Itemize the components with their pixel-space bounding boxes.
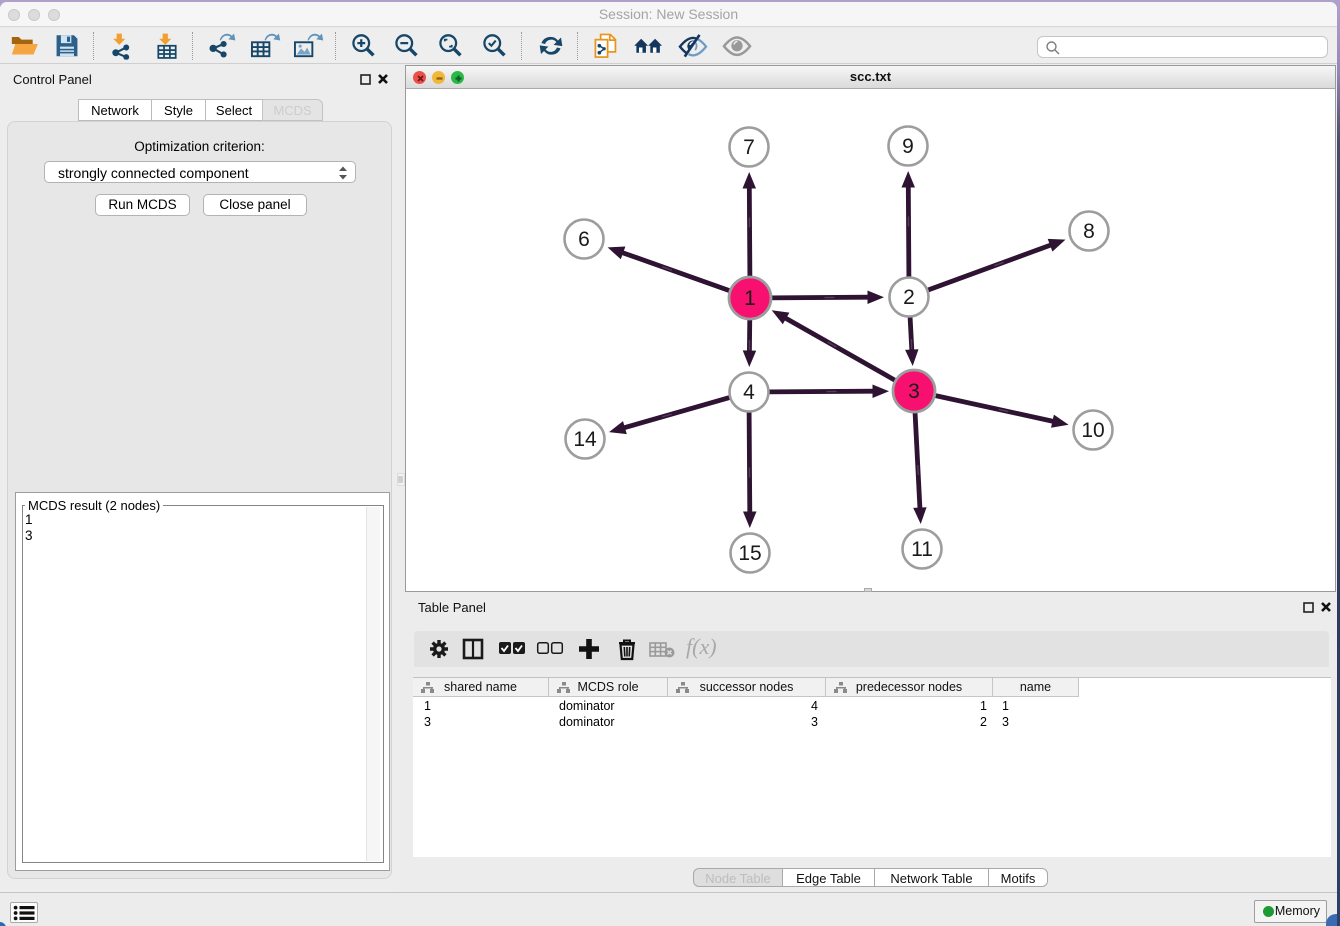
svg-text:2: 2 bbox=[903, 286, 915, 309]
svg-text:15: 15 bbox=[738, 542, 761, 565]
svg-text:4: 4 bbox=[743, 381, 755, 404]
svg-text:14: 14 bbox=[573, 428, 597, 451]
svg-text:3: 3 bbox=[908, 380, 920, 403]
svg-text:11: 11 bbox=[911, 538, 933, 561]
svg-text:7: 7 bbox=[743, 136, 755, 159]
svg-text:1: 1 bbox=[744, 287, 756, 310]
svg-text:6: 6 bbox=[578, 228, 590, 251]
svg-text:10: 10 bbox=[1081, 419, 1104, 442]
svg-text:8: 8 bbox=[1083, 220, 1095, 243]
svg-text:9: 9 bbox=[902, 135, 914, 158]
